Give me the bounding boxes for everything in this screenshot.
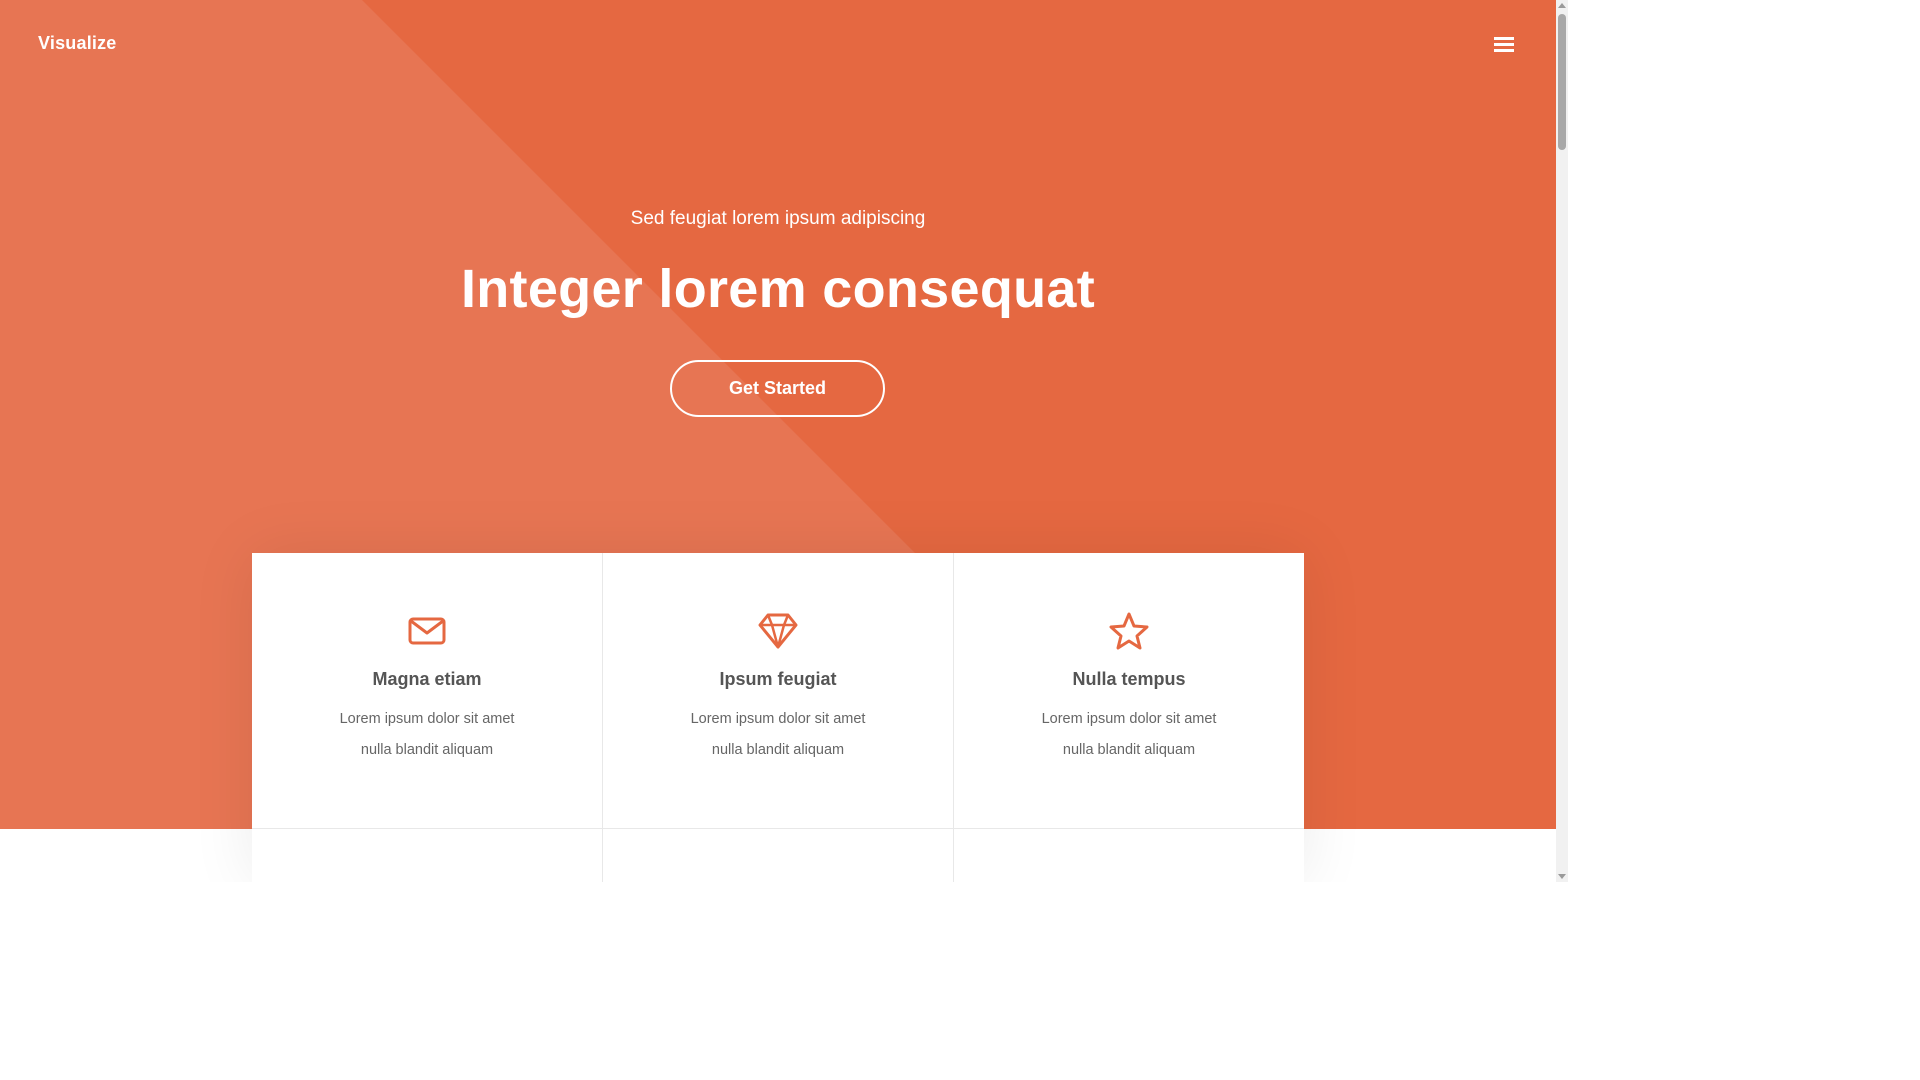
feature-title: Ipsum feugiat — [719, 669, 837, 689]
scroll-up-arrow-icon[interactable] — [1558, 3, 1566, 8]
feature-title: Magna etiam — [372, 669, 482, 689]
feature-description-line: Lorem ipsum dolor sit amet — [1041, 711, 1217, 727]
hero-title: Integer lorem consequat — [460, 259, 1096, 319]
features-panel: Magna etiam Lorem ipsum dolor sit amet n… — [252, 553, 1304, 882]
feature-description-line: Lorem ipsum dolor sit amet — [339, 711, 515, 727]
feature-description-line: nulla blandit aliquam — [1062, 742, 1196, 758]
feature-card-next-row — [252, 828, 603, 882]
star-icon — [1109, 612, 1149, 650]
vertical-scrollbar[interactable] — [1556, 0, 1568, 882]
feature-card: Nulla tempus Lorem ipsum dolor sit amet … — [954, 553, 1304, 828]
envelope-icon — [408, 617, 446, 645]
feature-description-line: nulla blandit aliquam — [360, 742, 494, 758]
feature-description-line: nulla blandit aliquam — [711, 742, 845, 758]
feature-card: Magna etiam Lorem ipsum dolor sit amet n… — [252, 553, 603, 828]
feature-card-next-row — [603, 828, 954, 882]
scrollbar-thumb[interactable] — [1558, 14, 1566, 150]
hero-subtitle: Sed feugiat lorem ipsum adipiscing — [630, 208, 926, 229]
scroll-down-arrow-icon[interactable] — [1558, 874, 1566, 879]
top-navigation-bar: Visualize — [0, 0, 1556, 90]
hamburger-menu-icon[interactable] — [1490, 33, 1518, 57]
get-started-button[interactable]: Get Started — [670, 360, 885, 417]
feature-card-next-row — [954, 828, 1304, 882]
feature-title: Nulla tempus — [1072, 669, 1186, 689]
feature-description-line: Lorem ipsum dolor sit amet — [690, 711, 866, 727]
diamond-icon — [758, 613, 798, 649]
brand-logo[interactable]: Visualize — [38, 33, 117, 54]
feature-card: Ipsum feugiat Lorem ipsum dolor sit amet… — [603, 553, 954, 828]
page-viewport: Visualize Sed feugiat lorem ipsum adipis… — [0, 0, 1568, 882]
